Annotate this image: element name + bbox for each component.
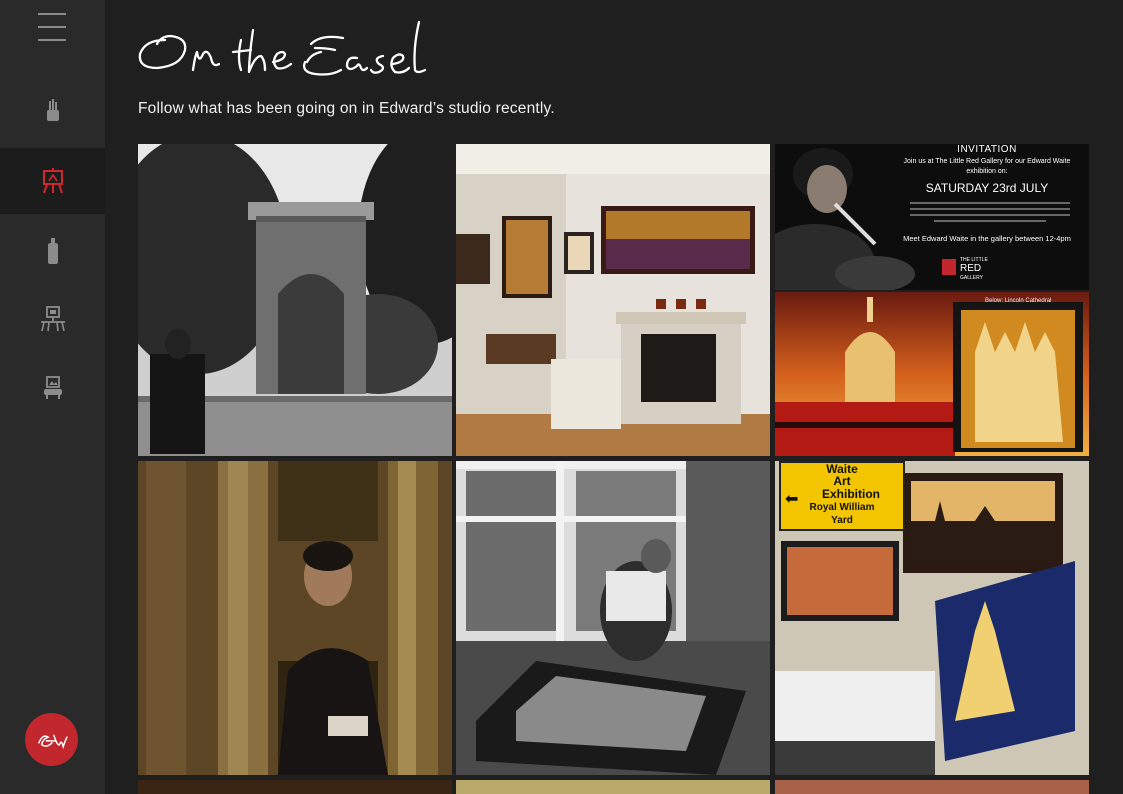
invitation-tile[interactable]: INVITATION Join us at The Little Red Gal… [775, 144, 1089, 290]
exhibition-sign: ⬅ Waite Art Exhibition Royal William Yar… [779, 461, 905, 531]
bridge-tower-photo [138, 144, 452, 456]
photo-tile-studio-floor[interactable] [456, 461, 770, 775]
on-the-easel-script-title [138, 20, 427, 76]
photo-tile-gallery-interior[interactable] [456, 144, 770, 456]
sign-line5: Yard [831, 515, 853, 526]
studio-floor-photo [456, 461, 770, 775]
gallery-icon [43, 376, 62, 399]
invitation-title: INVITATION [957, 144, 1017, 155]
invitation-fine-print [910, 202, 1070, 230]
sidebar-item-exhibitions[interactable] [0, 286, 105, 352]
page-intro: Follow what has been going on in Edward’… [138, 100, 555, 117]
sidebar-item-brushes[interactable] [0, 78, 105, 144]
photo-tile-bridge-tower[interactable] [138, 144, 452, 456]
easel-icon [42, 168, 63, 194]
sign-line2: Art [833, 474, 851, 488]
invitation-meet: Meet Edward Waite in the gallery between… [903, 234, 1071, 243]
edward-waite-logo[interactable] [25, 713, 78, 766]
photo-tile-lincoln-painting[interactable]: Below: Lincoln Cathedral [775, 292, 1089, 456]
exhibition-icon [40, 306, 65, 332]
photo-tile-artist-ruins[interactable] [138, 461, 452, 775]
invitation-line2: exhibition on: [966, 168, 1008, 175]
sign-line4: Royal William [809, 502, 875, 513]
paint-tube-icon [47, 238, 58, 264]
photo-tile-row3-1[interactable] [138, 780, 452, 794]
sidebar-item-easel[interactable] [0, 148, 105, 214]
gallery-interior-photo [456, 144, 770, 456]
page-title [135, 18, 435, 85]
invitation-date: SATURDAY 23rd JULY [925, 181, 1049, 195]
signature-logo-icon [37, 734, 68, 749]
sidebar [0, 0, 105, 794]
sidebar-item-gallery[interactable] [0, 355, 105, 421]
invitation-line1: Join us at The Little Red Gallery for ou… [903, 158, 1071, 165]
lincoln-caption: Below: Lincoln Cathedral [985, 298, 1052, 304]
gallery-name-bot: GALLERY [960, 275, 983, 281]
sidebar-item-paint[interactable] [0, 218, 105, 284]
gallery-name-mid: RED [960, 263, 982, 274]
artist-ruins-photo [138, 461, 452, 775]
photo-tile-row3-2[interactable] [456, 780, 770, 794]
photo-tile-studio-sign[interactable]: ⬅ Waite Art Exhibition Royal William Yar… [775, 461, 1089, 775]
brushes-icon [46, 99, 59, 121]
hamburger-menu-icon[interactable] [38, 12, 66, 42]
photo-tile-row3-3[interactable] [775, 780, 1089, 794]
little-red-gallery-logo-icon [942, 259, 956, 275]
sign-line3: Exhibition [822, 487, 880, 501]
lincoln-cathedral-painting [775, 292, 1089, 456]
